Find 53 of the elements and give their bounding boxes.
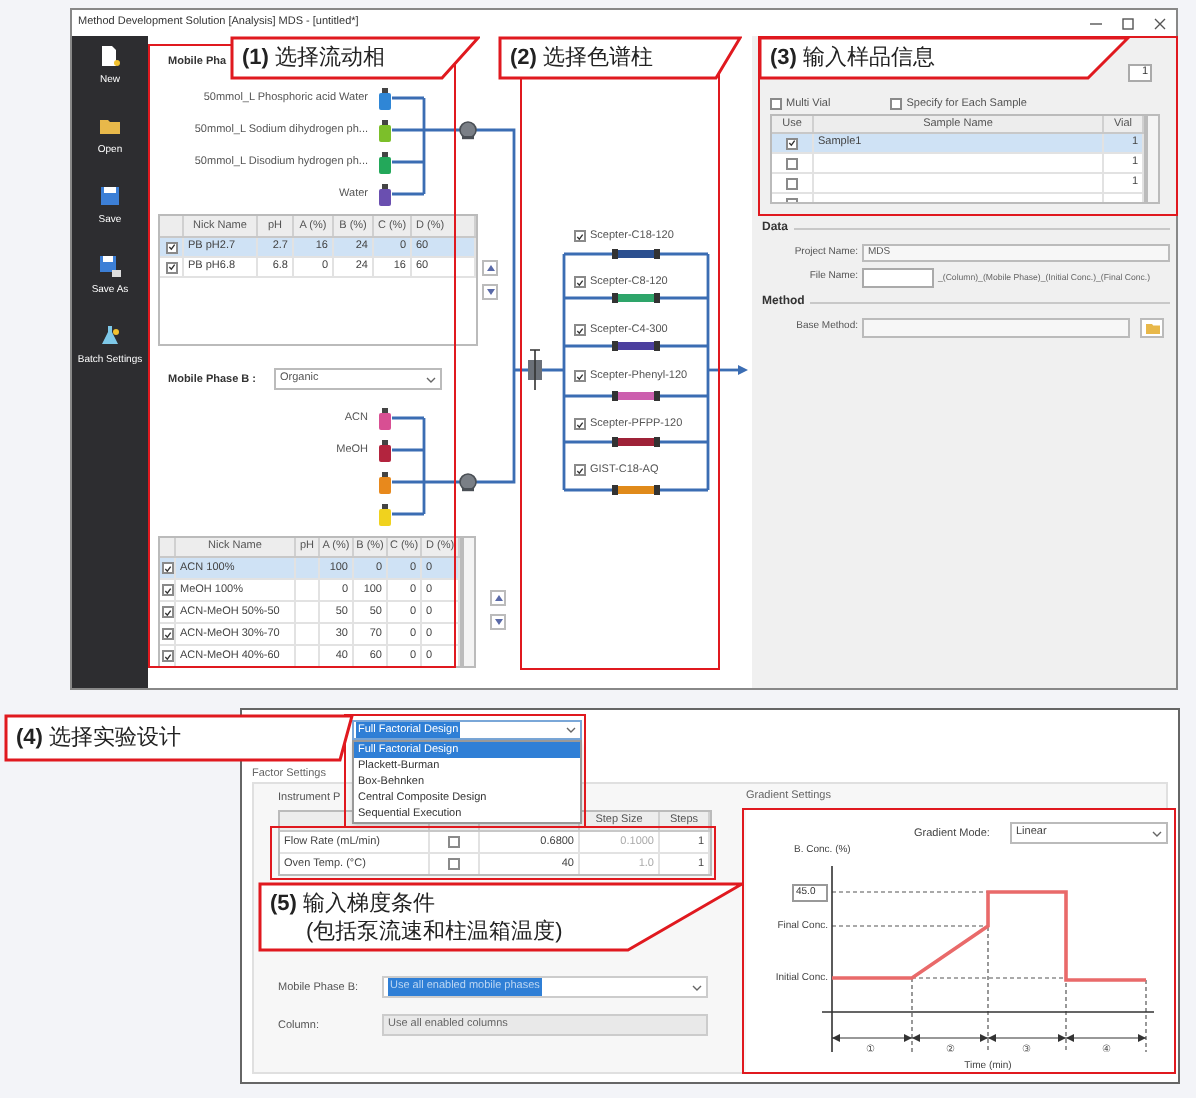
down-arrow-icon <box>493 618 503 626</box>
folder-icon <box>98 114 122 138</box>
checkbox[interactable] <box>770 98 782 111</box>
pump-icon <box>459 121 477 140</box>
checkbox[interactable] <box>786 177 798 189</box>
close-icon[interactable] <box>1154 17 1166 29</box>
up-arrow-icon <box>493 594 503 602</box>
move-up-button[interactable] <box>482 260 498 276</box>
caret-icon <box>692 983 702 991</box>
checkbox[interactable] <box>448 836 460 848</box>
checkbox[interactable] <box>574 230 586 243</box>
callout-text: (5) 输入梯度条件 <box>270 889 438 917</box>
pump-icon <box>459 473 477 492</box>
callout-text: (3) 输入样品信息 <box>770 44 938 72</box>
checkbox[interactable] <box>574 324 586 337</box>
checkbox[interactable] <box>161 562 173 574</box>
callout-text: (2) 选择色谱柱 <box>510 44 656 72</box>
checkbox[interactable] <box>161 628 173 640</box>
checkbox[interactable] <box>165 241 177 253</box>
checkbox[interactable] <box>448 858 460 870</box>
base-method-field[interactable] <box>862 318 1130 338</box>
checkbox[interactable] <box>574 464 586 477</box>
injector-icon <box>528 349 542 391</box>
caret-icon <box>1152 829 1162 837</box>
folder-icon <box>1145 322 1159 334</box>
caret-icon <box>566 726 576 734</box>
checkbox[interactable] <box>574 370 586 383</box>
up-arrow-icon <box>485 264 495 272</box>
maximize-icon[interactable] <box>1122 17 1134 29</box>
move-down-button[interactable] <box>482 284 498 300</box>
checkbox[interactable] <box>786 157 798 169</box>
checkbox[interactable] <box>161 650 173 662</box>
caret-icon <box>426 375 436 383</box>
checkbox[interactable] <box>161 606 173 618</box>
checkbox[interactable] <box>574 418 586 431</box>
flask-icon <box>98 324 122 348</box>
checkbox[interactable] <box>161 584 173 596</box>
callout-text: (1) 选择流动相 <box>242 44 388 72</box>
down-arrow-icon <box>485 288 495 296</box>
scrollbar[interactable] <box>462 536 476 668</box>
move-down-button[interactable] <box>490 614 506 630</box>
callout-text: (4) 选择实验设计 <box>16 724 184 752</box>
checkbox[interactable] <box>890 98 903 111</box>
move-up-button[interactable] <box>490 590 506 606</box>
callout-text: (包括泵流速和柱温箱温度) <box>304 917 565 945</box>
checkbox[interactable] <box>786 137 798 149</box>
outlet-arrow-icon <box>708 365 748 375</box>
file-name-field[interactable] <box>862 268 934 288</box>
checkbox[interactable] <box>574 276 586 289</box>
scrollbar[interactable] <box>1146 114 1160 204</box>
new-document-icon <box>98 44 122 68</box>
minimize-icon[interactable] <box>1090 17 1102 29</box>
checkbox[interactable] <box>165 261 177 273</box>
